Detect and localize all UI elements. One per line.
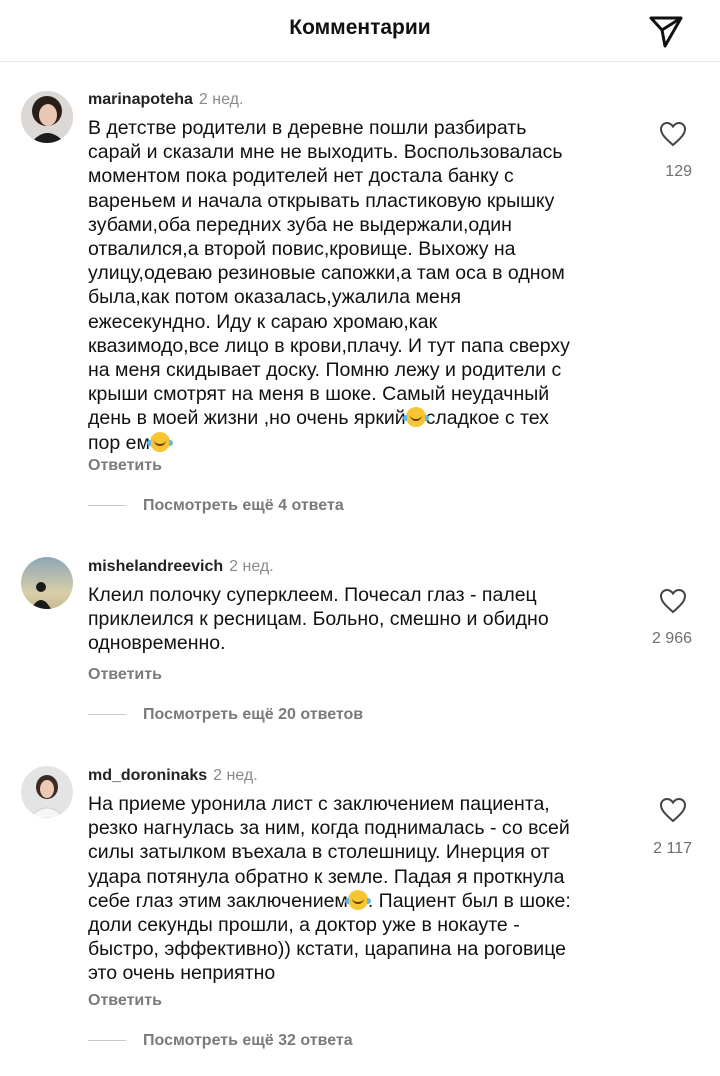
comment-line: ежесекундно. Иду к сараю хромаю,как (88, 310, 438, 333)
like-button[interactable] (655, 121, 691, 152)
page-title: Комментарии (289, 16, 431, 39)
reply-button[interactable]: Ответить (88, 666, 162, 684)
view-more-replies[interactable]: Посмотреть ещё 20 ответов (88, 706, 363, 724)
comment-line: на меня скидывает доску. Помню лежу и ро… (88, 359, 562, 382)
comment-line: это очень неприятно (88, 962, 276, 985)
comment-text: В детстве родители в деревне пошли разби… (88, 116, 633, 455)
comment-time: 2 нед. (213, 767, 258, 784)
comment-line: резко нагнулась за ним, когда поднималас… (88, 817, 570, 840)
comment-line: удара потянула обратно к земле. Падая я … (88, 865, 565, 888)
comment-line: приклеился к ресницам. Больно, смешно и … (88, 608, 549, 631)
thread-divider (88, 1040, 126, 1042)
comment-line: себе глаз этим заключением. Пациент был … (88, 889, 571, 912)
reply-button[interactable]: Ответить (88, 457, 162, 475)
comment-line: зубами,оба передних зуба не выдержали,од… (88, 213, 512, 236)
avatar[interactable] (21, 766, 73, 818)
like-count: 129 (665, 163, 692, 180)
comment-line: сарай и сказали мне не выходить. Восполь… (88, 141, 563, 164)
comment-line: Клеил полочку суперклеем. Почесал глаз -… (88, 584, 537, 606)
comment-username[interactable]: mishelandreevich 2 нед. (88, 558, 274, 576)
comment-line: квазимодо,все лицо в крови,плачу. И тут … (88, 334, 570, 357)
header-bar: Комментарии (0, 0, 720, 62)
comment-line: моментом пока родителей нет достала банк… (88, 165, 514, 188)
comment-line: крыши смотрят на меня в шоке. Самый неуд… (88, 383, 550, 406)
reply-button[interactable]: Ответить (88, 992, 162, 1010)
like-button[interactable] (655, 797, 691, 828)
comment-line: вареньем и начала открывать пластиковую … (88, 189, 555, 212)
tears-of-joy-emoji (146, 431, 173, 452)
comment-username[interactable]: marinapoteha 2 нед. (88, 91, 243, 109)
comment-line: быстро, эффективно)) кстати, царапина на… (88, 938, 566, 961)
avatar[interactable] (21, 557, 73, 609)
comment-line: отвалился,а второй повис,кровище. Выхожу… (88, 238, 516, 261)
comment-text: Клеил полочку суперклеем. Почесал глаз -… (88, 583, 633, 656)
comment-line: силы затылком въехала в столешницу. Инер… (88, 841, 550, 864)
tears-of-joy-emoji (402, 407, 429, 428)
comment-line: одновременно. (88, 632, 226, 655)
comment-time: 2 нед. (198, 91, 244, 108)
comment-line: доли секунды прошли, а доктор уже в нока… (88, 914, 520, 937)
comment-line: день в моей жизни ,но очень яркий сладкое… (88, 407, 549, 430)
comment-time: 2 нед. (229, 558, 274, 575)
comment-line: пор ем (88, 431, 633, 455)
thread-divider (88, 505, 126, 507)
avatar[interactable] (21, 91, 73, 143)
view-more-replies[interactable]: Посмотреть ещё 4 ответа (88, 497, 344, 515)
comment-line: была,как потом оказалась,ужалила меня (88, 286, 462, 309)
comment-username[interactable]: md_doroninaks 2 нед. (88, 767, 258, 785)
heart-icon[interactable] (659, 588, 687, 614)
send-icon[interactable] (646, 10, 686, 50)
comment-line: На приеме уронила лист с заключением пац… (88, 793, 550, 815)
comment-line: улицу,одеваю резиновые сапожки,а там оса… (88, 262, 565, 285)
like-count: 2 117 (653, 840, 692, 857)
heart-icon[interactable] (659, 797, 687, 823)
thread-divider (88, 714, 126, 716)
tears-of-joy-emoji (344, 889, 371, 910)
comment-text: На приеме уронила лист с заключением пац… (88, 792, 633, 986)
heart-icon[interactable] (659, 121, 687, 147)
like-button[interactable] (655, 588, 691, 619)
like-count: 2 966 (651, 630, 692, 647)
view-more-replies[interactable]: Посмотреть ещё 32 ответа (88, 1032, 353, 1050)
comment-line: В детстве родители в деревне пошли разби… (88, 117, 527, 139)
